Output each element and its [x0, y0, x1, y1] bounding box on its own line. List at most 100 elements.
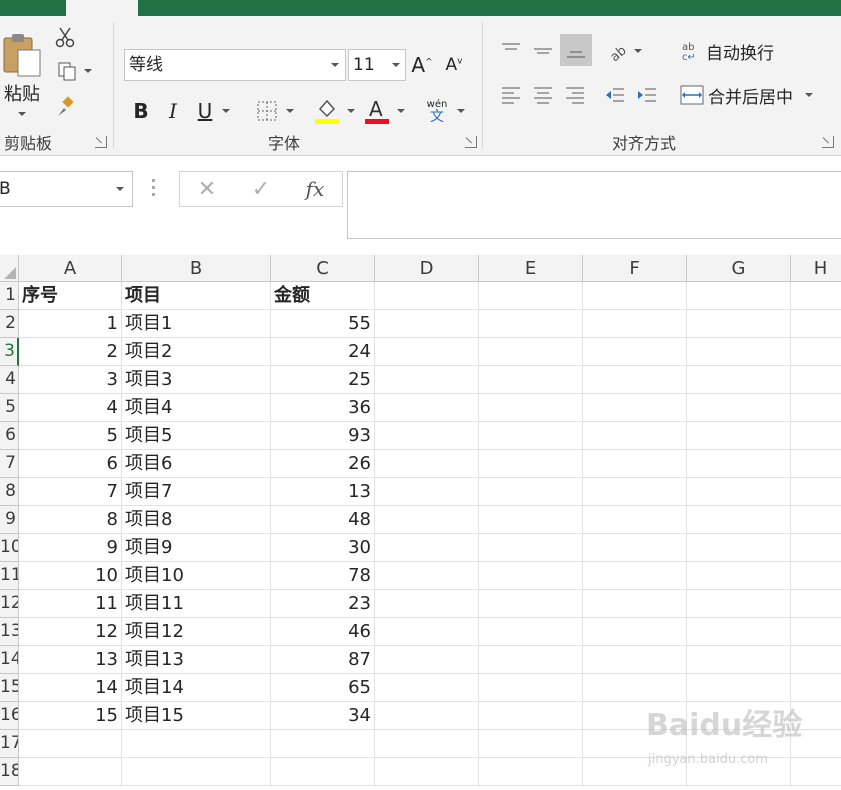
header-cell[interactable]: 金额	[271, 282, 375, 310]
table-cell[interactable]: 项目7	[122, 478, 271, 506]
empty-cell[interactable]	[583, 282, 687, 310]
table-cell[interactable]: 7	[19, 478, 122, 506]
format-painter-button[interactable]	[52, 94, 78, 120]
empty-cell[interactable]	[479, 450, 583, 478]
table-cell[interactable]: 14	[19, 674, 122, 702]
table-cell[interactable]: 11	[19, 590, 122, 618]
empty-cell[interactable]	[687, 506, 791, 534]
row-header[interactable]: 9	[0, 506, 19, 534]
empty-cell[interactable]	[375, 338, 479, 366]
fill-color-button[interactable]	[312, 96, 358, 126]
empty-cell[interactable]	[479, 758, 583, 786]
empty-cell[interactable]	[583, 422, 687, 450]
row-header[interactable]: 6	[0, 422, 19, 450]
table-cell[interactable]: 5	[19, 422, 122, 450]
table-cell[interactable]: 13	[19, 646, 122, 674]
empty-cell[interactable]	[791, 338, 841, 366]
column-header-c[interactable]: C	[271, 255, 375, 282]
empty-cell[interactable]	[583, 506, 687, 534]
name-box[interactable]: B	[0, 171, 133, 207]
empty-cell[interactable]	[479, 338, 583, 366]
insert-function-button[interactable]: fx	[300, 176, 330, 202]
clipboard-launcher-icon[interactable]	[95, 136, 107, 148]
table-cell[interactable]: 10	[19, 562, 122, 590]
table-cell[interactable]: 12	[19, 618, 122, 646]
table-cell[interactable]: 6	[19, 450, 122, 478]
empty-cell[interactable]	[583, 450, 687, 478]
column-header-a[interactable]: A	[19, 255, 122, 282]
empty-cell[interactable]	[375, 478, 479, 506]
empty-cell[interactable]	[375, 310, 479, 338]
empty-cell[interactable]	[687, 282, 791, 310]
empty-cell[interactable]	[687, 310, 791, 338]
table-cell[interactable]: 项目5	[122, 422, 271, 450]
empty-cell[interactable]	[791, 590, 841, 618]
column-header-g[interactable]: G	[687, 255, 791, 282]
empty-cell[interactable]	[791, 562, 841, 590]
empty-cell[interactable]	[791, 394, 841, 422]
empty-cell[interactable]	[687, 674, 791, 702]
table-cell[interactable]: 15	[19, 702, 122, 730]
enter-icon[interactable]: ✓	[248, 176, 274, 202]
decrease-font-button[interactable]: Av	[442, 50, 466, 80]
empty-cell[interactable]	[687, 562, 791, 590]
table-cell[interactable]: 项目9	[122, 534, 271, 562]
table-cell[interactable]: 项目10	[122, 562, 271, 590]
table-cell[interactable]: 46	[271, 618, 375, 646]
header-cell[interactable]: 项目	[122, 282, 271, 310]
empty-cell[interactable]	[375, 590, 479, 618]
empty-cell[interactable]	[791, 506, 841, 534]
row-header[interactable]: 7	[0, 450, 19, 478]
resize-handle-icon[interactable]	[152, 179, 156, 199]
align-left-button[interactable]	[496, 80, 526, 110]
table-cell[interactable]: 3	[19, 366, 122, 394]
empty-cell[interactable]	[375, 506, 479, 534]
table-cell[interactable]: 项目12	[122, 618, 271, 646]
phonetic-button[interactable]: wén 文	[422, 96, 470, 126]
table-cell[interactable]: 24	[271, 338, 375, 366]
font-color-button[interactable]: A	[362, 96, 408, 126]
row-header[interactable]: 1	[0, 282, 19, 310]
table-cell[interactable]: 项目1	[122, 310, 271, 338]
empty-cell[interactable]	[479, 366, 583, 394]
table-cell[interactable]: 65	[271, 674, 375, 702]
empty-cell[interactable]	[687, 450, 791, 478]
empty-cell[interactable]	[375, 394, 479, 422]
empty-cell[interactable]	[479, 730, 583, 758]
row-header[interactable]: 11	[0, 562, 19, 590]
table-cell[interactable]: 34	[271, 702, 375, 730]
table-cell[interactable]: 1	[19, 310, 122, 338]
header-cell[interactable]: 序号	[19, 282, 122, 310]
row-header[interactable]: 17	[0, 730, 19, 758]
table-cell[interactable]: 项目13	[122, 646, 271, 674]
empty-cell[interactable]	[375, 422, 479, 450]
table-cell[interactable]: 9	[19, 534, 122, 562]
row-header[interactable]: 10	[0, 534, 19, 562]
row-header[interactable]: 13	[0, 618, 19, 646]
empty-cell[interactable]	[583, 618, 687, 646]
copy-button[interactable]	[52, 58, 96, 84]
row-header[interactable]: 2	[0, 310, 19, 338]
column-header-b[interactable]: B	[122, 255, 271, 282]
empty-cell[interactable]	[375, 758, 479, 786]
row-header[interactable]: 15	[0, 674, 19, 702]
empty-cell[interactable]	[687, 534, 791, 562]
empty-cell[interactable]	[479, 478, 583, 506]
empty-cell[interactable]	[375, 282, 479, 310]
alignment-launcher-icon[interactable]	[822, 136, 834, 148]
empty-cell[interactable]	[583, 590, 687, 618]
empty-cell[interactable]	[375, 534, 479, 562]
font-name-select[interactable]: 等线	[124, 49, 346, 81]
row-header[interactable]: 14	[0, 646, 19, 674]
empty-cell[interactable]	[375, 366, 479, 394]
orientation-button[interactable]: ab	[604, 36, 644, 66]
table-cell[interactable]: 36	[271, 394, 375, 422]
empty-cell[interactable]	[791, 618, 841, 646]
empty-cell[interactable]	[479, 282, 583, 310]
empty-cell[interactable]	[583, 562, 687, 590]
row-header[interactable]: 12	[0, 590, 19, 618]
tab-home[interactable]	[66, 0, 138, 16]
increase-indent-button[interactable]	[632, 80, 662, 110]
table-cell[interactable]: 项目2	[122, 338, 271, 366]
empty-cell[interactable]	[479, 590, 583, 618]
